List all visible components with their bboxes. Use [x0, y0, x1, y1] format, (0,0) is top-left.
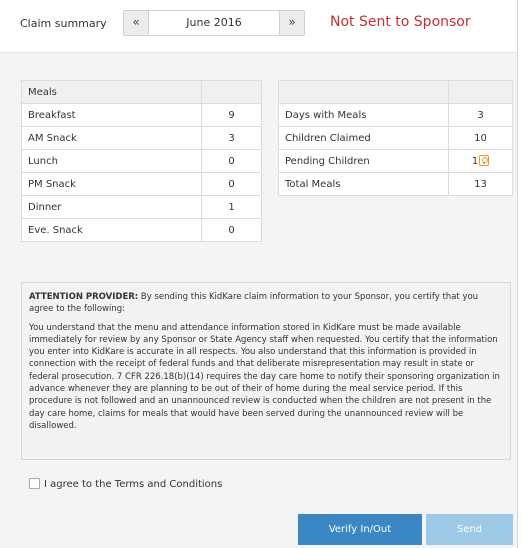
previous-month-button[interactable]: «	[123, 10, 149, 36]
table-header-row: Meals	[21, 80, 262, 104]
stat-value: 3	[448, 103, 513, 127]
table-row: Lunch 0	[21, 149, 262, 173]
meal-count: 0	[201, 218, 262, 242]
attention-heading: ATTENTION PROVIDER:	[29, 292, 139, 302]
meal-label: Lunch	[21, 149, 202, 173]
stat-label: Children Claimed	[278, 126, 449, 150]
meal-label: Breakfast	[21, 103, 202, 127]
table-row: Days with Meals 3	[278, 103, 513, 127]
meal-count: 0	[201, 172, 262, 196]
month-display: June 2016	[149, 10, 279, 36]
verify-in-out-button[interactable]: Verify In/Out	[298, 514, 422, 545]
table-row: Eve. Snack 0	[21, 218, 262, 242]
table-row: Total Meals 13	[278, 172, 513, 196]
stat-value: 13	[448, 172, 513, 196]
meal-count: 9	[201, 103, 262, 127]
next-month-button[interactable]: »	[279, 10, 305, 36]
table-header-row	[278, 80, 513, 104]
page-title: Claim summary	[20, 17, 107, 30]
attention-body: You understand that the menu and attenda…	[29, 322, 500, 431]
claim-status: Not Sent to Sponsor	[330, 14, 471, 30]
send-button[interactable]: Send	[426, 514, 513, 545]
attention-intro: ATTENTION PROVIDER: By sending this KidK…	[29, 291, 503, 316]
claim-header: Claim summary « June 2016 » Not Sent to …	[0, 0, 517, 53]
info-icon[interactable]	[479, 155, 490, 166]
totals-header-value	[448, 80, 513, 104]
stat-label: Days with Meals	[278, 103, 449, 127]
table-row: Breakfast 9	[21, 103, 262, 127]
attention-notice: ATTENTION PROVIDER: By sending this KidK…	[21, 282, 511, 460]
meal-label: Eve. Snack	[21, 218, 202, 242]
claim-totals-table: Days with Meals 3 Children Claimed 10 Pe…	[278, 80, 513, 196]
meal-label: AM Snack	[21, 126, 202, 150]
table-row: Pending Children 1	[278, 149, 513, 173]
meal-count: 3	[201, 126, 262, 150]
terms-label: I agree to the Terms and Conditions	[44, 479, 223, 490]
totals-header	[278, 80, 449, 104]
meal-count: 0	[201, 149, 262, 173]
table-row: AM Snack 3	[21, 126, 262, 150]
terms-agreement[interactable]: I agree to the Terms and Conditions	[29, 478, 222, 490]
meals-header-value	[201, 80, 262, 104]
terms-checkbox[interactable]	[29, 478, 40, 489]
stat-value: 1	[471, 156, 479, 167]
meal-count: 1	[201, 195, 262, 219]
stat-value-cell: 1	[448, 149, 513, 173]
meal-label: PM Snack	[21, 172, 202, 196]
table-row: PM Snack 0	[21, 172, 262, 196]
table-row: Children Claimed 10	[278, 126, 513, 150]
table-row: Dinner 1	[21, 195, 262, 219]
stat-label: Total Meals	[278, 172, 449, 196]
meals-table: Meals Breakfast 9 AM Snack 3 Lunch 0 PM …	[21, 80, 262, 242]
stat-value: 10	[448, 126, 513, 150]
stat-label: Pending Children	[278, 149, 449, 173]
claim-summary-panel: Claim summary « June 2016 » Not Sent to …	[0, 0, 518, 548]
meals-header: Meals	[21, 80, 202, 104]
meal-label: Dinner	[21, 195, 202, 219]
